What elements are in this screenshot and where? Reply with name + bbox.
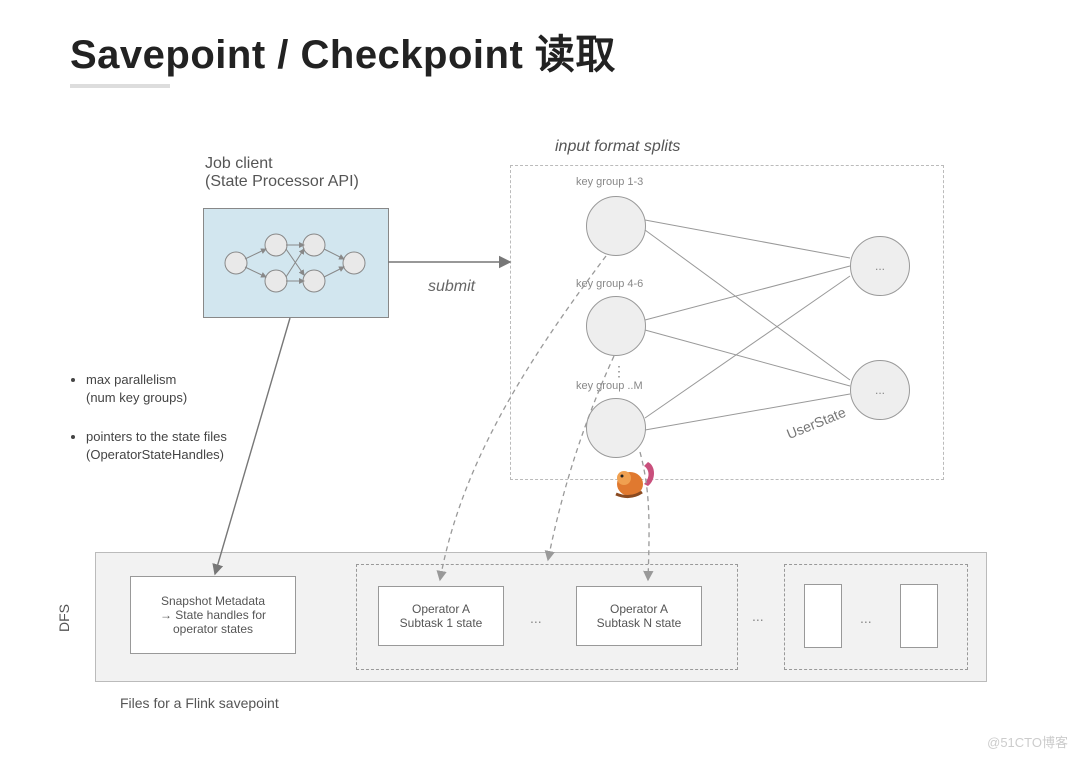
watermark: @51CTO博客	[987, 732, 1068, 751]
key-group-m-label: key group ..M	[576, 380, 643, 392]
input-format-splits-title: input format splits	[555, 138, 680, 156]
operator-card-1: Operator ASubtask 1 state	[378, 586, 504, 646]
snapshot-line3: operator states	[173, 622, 253, 636]
input-format-splits-box	[510, 165, 944, 480]
bullet-2: pointers to the state files (OperatorSta…	[86, 428, 227, 463]
operator-dots-mid: ...	[530, 610, 542, 626]
extra-dots: ...	[860, 610, 872, 626]
bullet-1-line2: (num key groups)	[86, 390, 187, 405]
user-state-node-1: ...	[850, 236, 910, 296]
job-client-dag	[204, 209, 388, 317]
user-state-node-1-text: ...	[875, 259, 885, 273]
submit-label: submit	[428, 278, 475, 296]
operator-card-n: Operator ASubtask N state	[576, 586, 702, 646]
title-underline	[70, 84, 170, 88]
job-client-line2: (State Processor API)	[205, 173, 359, 190]
bullet-1: max parallelism (num key groups)	[86, 371, 227, 406]
op1-line2: Subtask 1 state	[400, 616, 483, 630]
key-group-2-node	[586, 296, 646, 356]
page-title: Savepoint / Checkpoint 读取	[70, 22, 616, 80]
extra-card-1	[804, 584, 842, 648]
key-group-m-node	[586, 398, 646, 458]
bullet-2-line2: (OperatorStateHandles)	[86, 447, 224, 462]
key-group-2-label: key group 4-6	[576, 278, 643, 290]
user-state-node-2-text: ...	[875, 383, 885, 397]
job-client-line1: Job client	[205, 155, 273, 172]
snapshot-metadata-card: Snapshot Metadata → State handles for op…	[130, 576, 296, 654]
dfs-label: DFS	[56, 604, 72, 632]
snapshot-line1: Snapshot Metadata	[161, 594, 265, 608]
key-group-vdots: ⋮	[612, 363, 629, 380]
flink-squirrel-icon	[608, 456, 658, 502]
operator-dots-right: ...	[752, 608, 764, 624]
info-bullets: max parallelism (num key groups) pointer…	[68, 371, 227, 485]
key-group-1-label: key group 1-3	[576, 176, 643, 188]
extra-card-2	[900, 584, 938, 648]
files-caption: Files for a Flink savepoint	[120, 695, 279, 711]
op1-line1: Operator A	[412, 602, 470, 616]
user-state-node-2: ...	[850, 360, 910, 420]
opn-line2: Subtask N state	[597, 616, 682, 630]
bullet-2-line1: pointers to the state files	[86, 429, 227, 444]
snapshot-line2: → State handles for	[160, 608, 266, 622]
job-client-box	[203, 208, 389, 318]
opn-line1: Operator A	[610, 602, 668, 616]
bullet-1-line1: max parallelism	[86, 372, 176, 387]
key-group-1-node	[586, 196, 646, 256]
job-client-label: Job client (State Processor API)	[205, 155, 359, 191]
